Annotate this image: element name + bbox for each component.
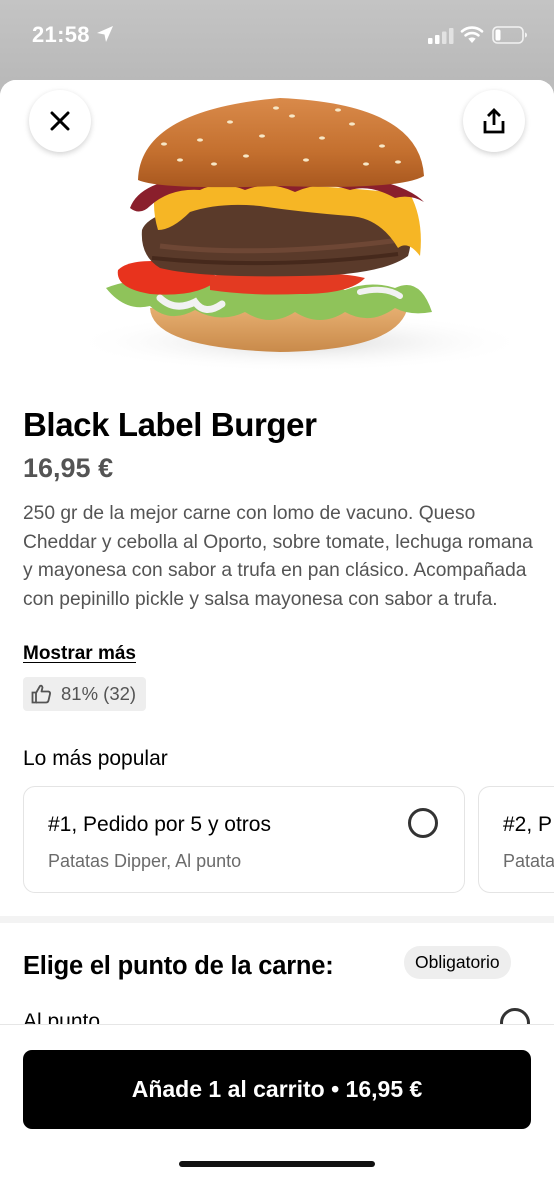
popular-card-subtitle: Patata bbox=[503, 851, 554, 871]
popular-section-title: Lo más popular bbox=[23, 747, 168, 770]
product-description: 250 gr de la mejor carne con lomo de vac… bbox=[23, 503, 533, 610]
popular-card-subtitle: Patatas Dipper, Al punto bbox=[48, 851, 242, 871]
popular-card[interactable]: #1, Pedido por 5 y otros Patatas Dipper,… bbox=[23, 786, 465, 893]
thumbs-up-icon bbox=[31, 684, 51, 704]
rating-text: 81% (32) bbox=[61, 683, 137, 704]
product-name: Black Label Burger bbox=[23, 406, 317, 443]
required-badge: Obligatorio bbox=[404, 946, 511, 979]
product-image bbox=[0, 80, 554, 382]
add-to-cart-button[interactable]: Añade 1 al carrito • 16,95 € bbox=[23, 1050, 531, 1129]
footer-bar: Añade 1 al carrito • 16,95 € bbox=[0, 1024, 554, 1200]
product-sheet: Black Label Burger 16,95 € 250 gr de la … bbox=[0, 80, 554, 1200]
share-button[interactable] bbox=[463, 90, 525, 152]
choice-title: Elige el punto de la carne: bbox=[23, 952, 334, 980]
section-divider bbox=[0, 916, 554, 923]
home-indicator[interactable] bbox=[179, 1161, 375, 1167]
wifi-icon bbox=[460, 26, 484, 43]
battery-icon bbox=[492, 26, 527, 44]
status-bar: 21:58 bbox=[0, 0, 554, 80]
cellular-signal-icon bbox=[428, 28, 454, 44]
status-time: 21:58 bbox=[32, 22, 90, 47]
popular-card-radio[interactable] bbox=[408, 808, 438, 838]
popular-card-title: #1, Pedido por 5 y otros bbox=[48, 813, 271, 836]
product-price: 16,95 € bbox=[23, 453, 114, 483]
close-icon bbox=[50, 111, 70, 131]
show-more-link[interactable]: Mostrar más bbox=[23, 643, 136, 665]
share-icon bbox=[483, 108, 505, 134]
rating-badge: 81% (32) bbox=[23, 677, 147, 711]
popular-card-title: #2, P bbox=[503, 813, 553, 836]
location-arrow-icon bbox=[97, 26, 113, 42]
popular-card[interactable]: #2, P Patata bbox=[478, 786, 554, 893]
close-button[interactable] bbox=[29, 90, 91, 152]
